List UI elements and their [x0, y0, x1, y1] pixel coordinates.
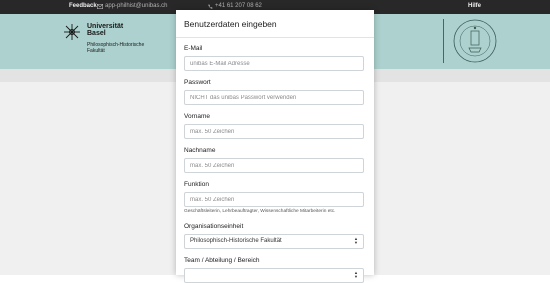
university-logo-icon[interactable] — [63, 23, 81, 41]
email-field[interactable] — [184, 56, 364, 71]
unit-label: Organisationseinheit — [184, 223, 244, 230]
email-label: E-Mail — [184, 45, 203, 52]
mail-icon — [97, 3, 103, 9]
contact-email[interactable]: app-philhist@unibas.ch — [97, 3, 167, 9]
university-name: Universität Basel — [87, 23, 123, 37]
unit-select-value: Philosophisch-Historische Fakultät — [190, 238, 282, 244]
feedback-link[interactable]: Feedback — [69, 3, 97, 9]
password-field[interactable] — [184, 90, 364, 105]
help-link[interactable]: Hilfe — [468, 3, 481, 9]
university-seal-icon — [453, 19, 497, 63]
university-name-line2: Basel — [87, 30, 106, 37]
function-field[interactable] — [184, 192, 364, 207]
contact-email-text: app-philhist@unibas.ch — [105, 3, 168, 9]
lastname-label: Nachname — [184, 147, 216, 154]
function-label: Funktion — [184, 181, 209, 188]
function-help-text: Geschäftsleiterin, Lehrbeauftragter, Wis… — [184, 209, 336, 214]
contact-phone[interactable]: +41 61 207 08 62 — [208, 3, 262, 9]
select-arrows-icon: ▲ ▼ — [354, 270, 358, 279]
password-label: Passwort — [184, 79, 211, 86]
team-select[interactable]: ▲ ▼ — [184, 268, 364, 283]
lastname-field[interactable] — [184, 158, 364, 173]
modal-title: Benutzerdaten eingeben — [184, 19, 277, 29]
header-divider — [443, 19, 444, 63]
contact-phone-text: +41 61 207 08 62 — [215, 3, 262, 9]
firstname-field[interactable] — [184, 124, 364, 139]
phone-icon — [208, 3, 213, 9]
faculty-name-line2: Fakultät — [87, 48, 105, 54]
firstname-label: Vorname — [184, 113, 211, 120]
university-name-line1: Universität — [87, 23, 124, 30]
modal-header-divider — [176, 37, 374, 38]
select-arrows-icon: ▲ ▼ — [354, 236, 358, 245]
unit-select[interactable]: Philosophisch-Historische Fakultät ▲ ▼ — [184, 234, 364, 249]
team-label: Team / Abteilung / Bereich — [184, 257, 260, 264]
user-data-modal: Benutzerdaten eingeben E-Mail Passwort V… — [176, 10, 374, 283]
faculty-name: Philosophisch-Historische Fakultät — [87, 42, 144, 54]
